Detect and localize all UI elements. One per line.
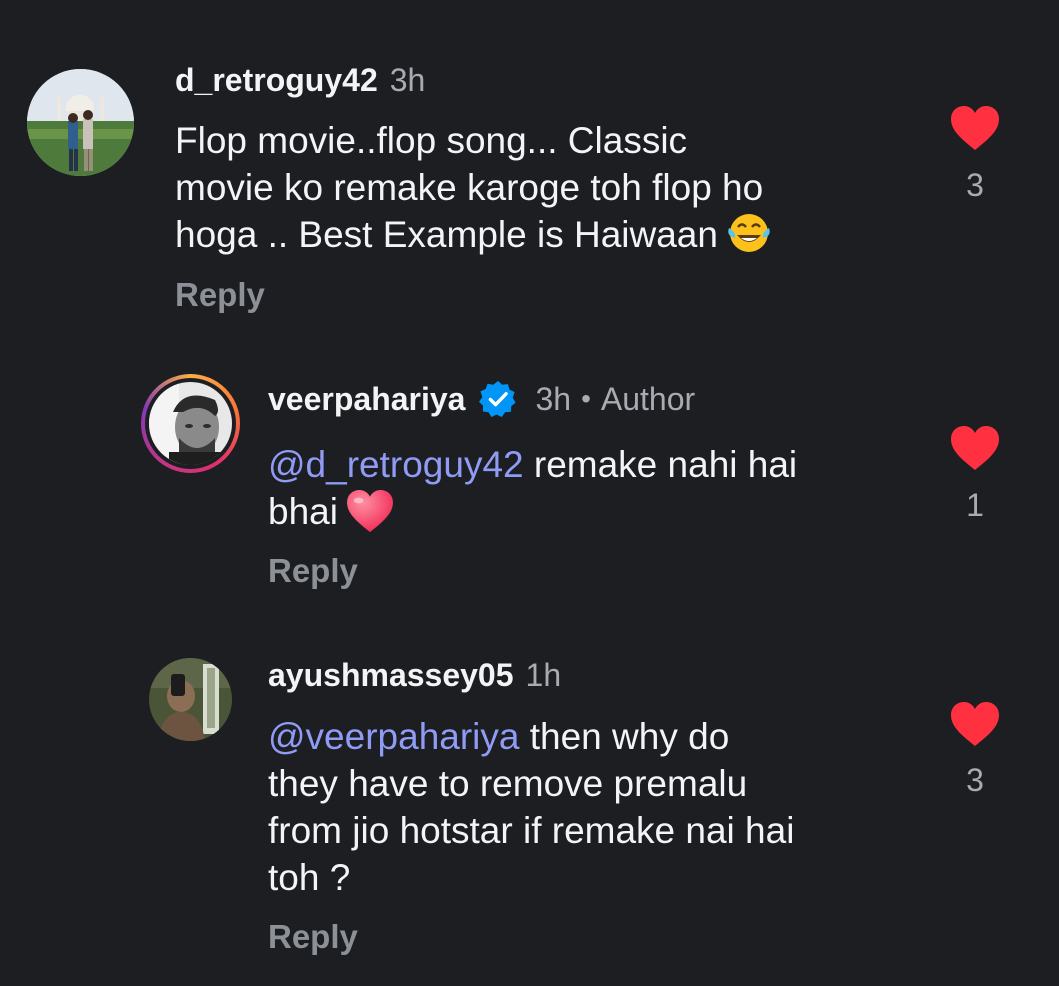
comment-text: @d_retroguy42 remake nahi hai bhai (268, 441, 797, 545)
comment-text-line: bhai (268, 488, 797, 545)
comment-meta: ayushmassey05 1h (268, 655, 561, 695)
comment-text-line: @d_retroguy42 remake nahi hai (268, 444, 798, 485)
comment-text-line: Flop movie..flop song... Classic (175, 120, 688, 161)
username[interactable]: veerpahariya (268, 379, 465, 419)
reply-button[interactable]: Reply (268, 918, 358, 956)
comment-text-line: movie ko remake karoge toh flop ho (175, 167, 764, 208)
timestamp: 3h (535, 381, 572, 417)
separator: • (581, 383, 591, 414)
avatar[interactable] (27, 69, 134, 176)
comment-d-retroguy42: d_retroguy42 3h Flop movie..flop song...… (0, 0, 1059, 330)
author-badge: Author (600, 381, 696, 417)
heart-icon[interactable] (950, 106, 1000, 152)
mention-link[interactable]: @veerpahariya (268, 716, 519, 757)
comment-text: @veerpahariya then why do they have to r… (268, 713, 794, 901)
user-photo (149, 658, 232, 741)
heart-emoji-icon (346, 490, 394, 545)
heart-icon[interactable] (950, 426, 1000, 472)
comment-text-line: hoga .. Best Example is Haiwaan (175, 211, 772, 266)
mention-link[interactable]: @d_retroguy42 (268, 444, 524, 485)
timestamp: 3h (389, 62, 426, 98)
user-photo (27, 69, 134, 176)
comment-text-line: from jio hotstar if remake nai hai (268, 810, 795, 851)
comment-text: Flop movie..flop song... Classic movie k… (175, 117, 772, 266)
heart-icon[interactable] (950, 702, 1000, 748)
username[interactable]: ayushmassey05 (268, 655, 514, 695)
reply-button[interactable]: Reply (268, 552, 358, 590)
reply-button[interactable]: Reply (175, 276, 265, 314)
like-count: 1 (966, 487, 984, 523)
like-count: 3 (966, 167, 984, 203)
username[interactable]: d_retroguy42 (175, 60, 378, 100)
comment-text-line: @veerpahariya then why do (268, 716, 730, 757)
face-with-tears-of-joy-icon (726, 211, 772, 266)
comment-meta: veerpahariya 3h • Author (268, 379, 695, 419)
comment-meta: d_retroguy42 3h (175, 60, 425, 100)
avatar[interactable] (141, 374, 240, 473)
comment-text-line: toh ? (268, 857, 351, 898)
timestamp: 1h (525, 657, 562, 693)
verified-badge-icon (479, 380, 517, 418)
like-count: 3 (966, 762, 984, 798)
comment-ayushmassey05: ayushmassey05 1h @veerpahariya then why … (0, 630, 1059, 986)
avatar[interactable] (149, 658, 232, 741)
comment-text-line: they have to remove premalu (268, 763, 748, 804)
user-photo (149, 382, 232, 465)
comment-veerpahariya: veerpahariya 3h • Author @d_retroguy42 r… (0, 330, 1059, 630)
